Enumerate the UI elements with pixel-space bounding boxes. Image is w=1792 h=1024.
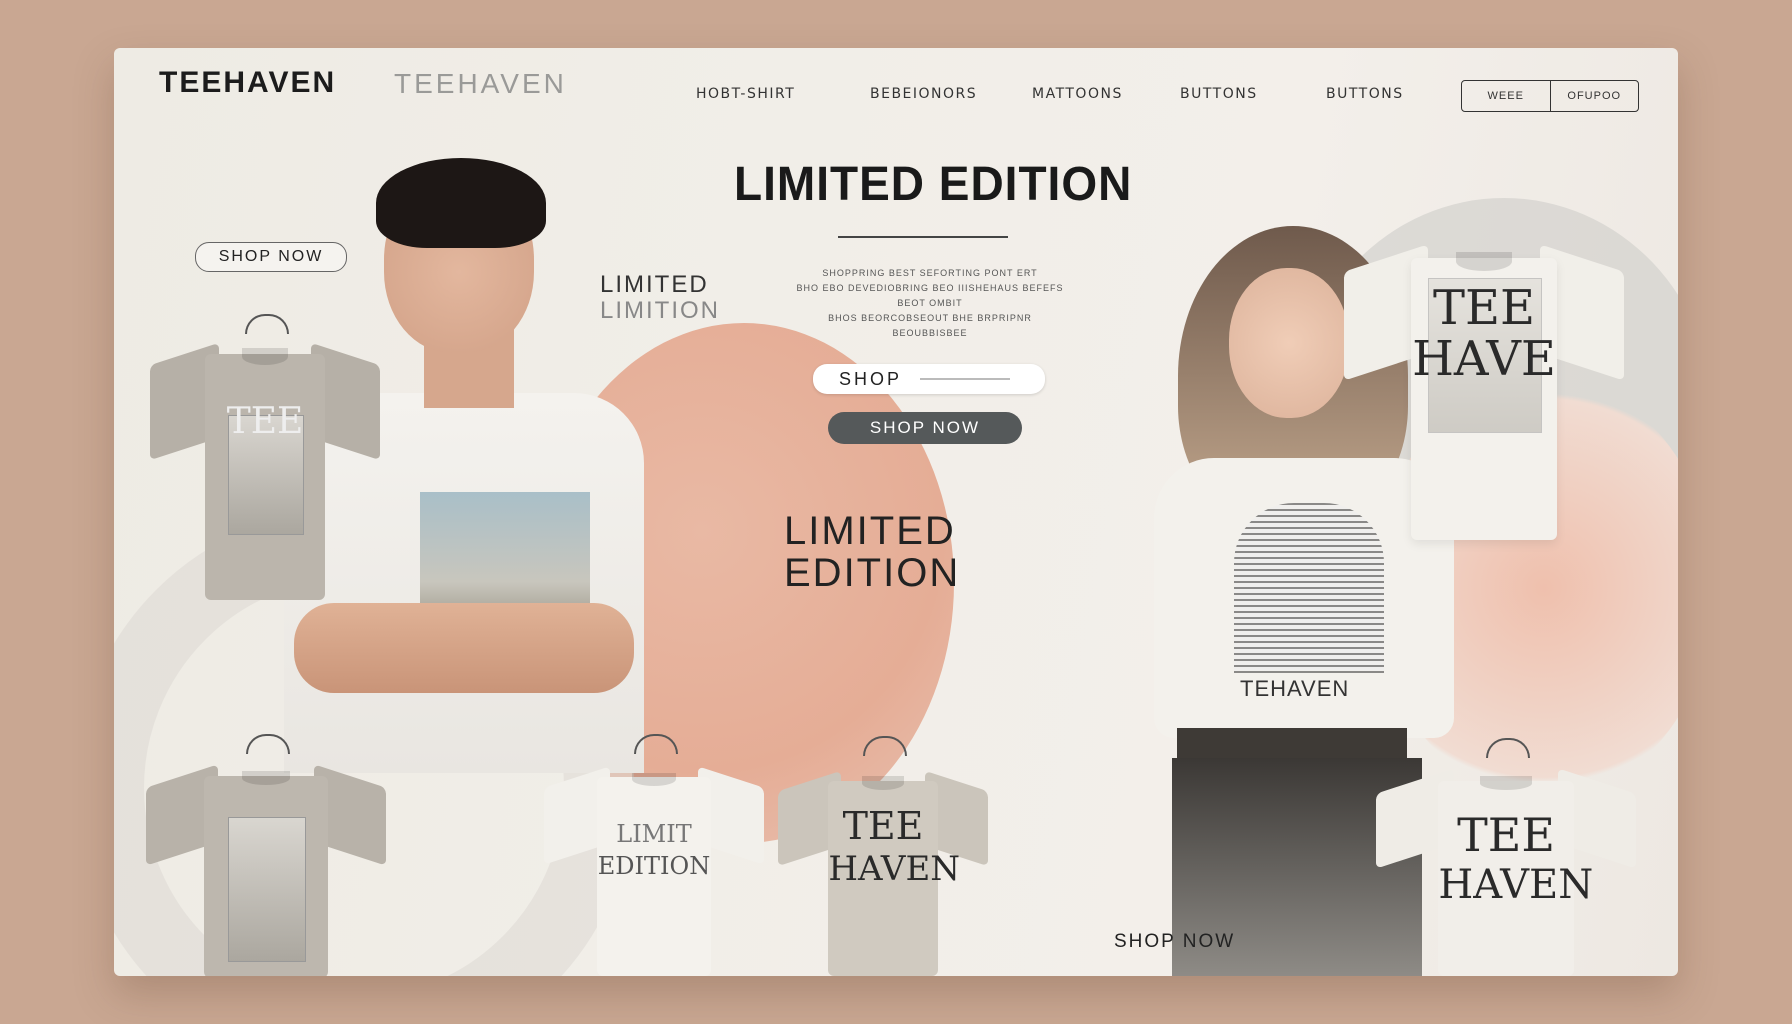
shop-now-button-left[interactable]: SHOP NOW bbox=[195, 242, 347, 272]
shop-input-line bbox=[920, 378, 1011, 380]
description-line-3: BHOS BEORCOBSEOUT BHE BRPRIPNR BEOUBBISB… bbox=[828, 313, 1032, 338]
nav-item-tshirt[interactable]: HOBT-SHIRT bbox=[696, 86, 795, 102]
nav-item-2[interactable]: BEBEIONORS bbox=[870, 86, 977, 102]
nav-item-3[interactable]: MATTOONS bbox=[1032, 86, 1123, 102]
female-model-face bbox=[1229, 268, 1349, 418]
product-shirt-top-left[interactable]: TEE bbox=[150, 314, 380, 600]
male-model-arms bbox=[294, 603, 634, 693]
shirt-text-line1: TEE bbox=[1457, 807, 1555, 862]
logo[interactable]: TEEHAVEN bbox=[159, 66, 336, 100]
shirt-text-line2: EDITION bbox=[597, 851, 711, 880]
shirt-print-image bbox=[227, 817, 307, 962]
description-line-1: SHOPPRING BEST SEFORTING PONT ERT bbox=[822, 268, 1038, 278]
shop-label: SHOP bbox=[839, 368, 903, 389]
mid-label: LIMITED EDITION bbox=[784, 510, 960, 594]
product-shirt-bottom-1[interactable] bbox=[146, 734, 386, 976]
product-shirt-bottom-2[interactable]: LIMIT EDITION bbox=[544, 734, 764, 976]
mid-label-line2: EDITION bbox=[784, 551, 961, 595]
side-label-line1: LIMITED bbox=[600, 271, 709, 298]
header-button-1[interactable]: WEEE bbox=[1462, 81, 1551, 111]
shirt-text-line1: TEE bbox=[1432, 280, 1536, 336]
female-shirt-brand: TEHAVEN bbox=[1240, 676, 1350, 701]
header-button-2[interactable]: OFUPOO bbox=[1551, 81, 1639, 111]
shirt-text: TEE bbox=[226, 401, 304, 442]
header-button-group: WEEE OFUPOO bbox=[1461, 80, 1639, 112]
female-model-belt bbox=[1177, 728, 1407, 760]
mid-label-line1: LIMITED bbox=[784, 509, 956, 553]
shirt-text-line2: HAVEN bbox=[828, 848, 961, 889]
shop-input-button[interactable]: SHOP bbox=[813, 364, 1045, 394]
product-shirt-top-right[interactable]: TEE HAVE bbox=[1344, 220, 1624, 540]
shop-now-button-dark[interactable]: SHOP NOW bbox=[828, 412, 1022, 444]
logo-secondary: TEEHAVEN bbox=[394, 68, 567, 99]
shirt-text-line1: TEE bbox=[842, 804, 924, 849]
description-line-2: BHO EBO DEVEDIOBRING BEO IIISHEHAUS BEFE… bbox=[796, 283, 1064, 308]
hanger-icon bbox=[245, 314, 289, 334]
product-shirt-bottom-3[interactable]: TEE HAVEN bbox=[778, 736, 988, 976]
shirt-text-line2: HAVEN bbox=[1438, 862, 1594, 908]
product-shirt-bottom-right[interactable]: TEE HAVEN bbox=[1376, 738, 1636, 976]
shop-now-link-bottom[interactable]: SHOP NOW bbox=[1114, 931, 1235, 953]
side-label-line2: LIMITION bbox=[600, 297, 721, 324]
shirt-text-line2: HAVE bbox=[1412, 331, 1556, 388]
hero-title: LIMITED EDITION bbox=[734, 155, 1133, 211]
shirt-text-line1: LIMIT bbox=[616, 820, 692, 849]
hero-card: TEEHAVEN TEEHAVEN HOBT-SHIRT BEBEIONORS … bbox=[114, 48, 1678, 976]
hero-description: SHOPPRING BEST SEFORTING PONT ERT BHO EB… bbox=[790, 266, 1070, 341]
nav-item-buttons[interactable]: BUTTONS bbox=[1180, 86, 1258, 102]
side-label: LIMITED LIMITION bbox=[600, 272, 720, 324]
title-divider bbox=[838, 236, 1008, 238]
male-model-hair bbox=[376, 158, 546, 248]
nav-item-buttons-2[interactable]: BUTTONS bbox=[1326, 86, 1404, 102]
